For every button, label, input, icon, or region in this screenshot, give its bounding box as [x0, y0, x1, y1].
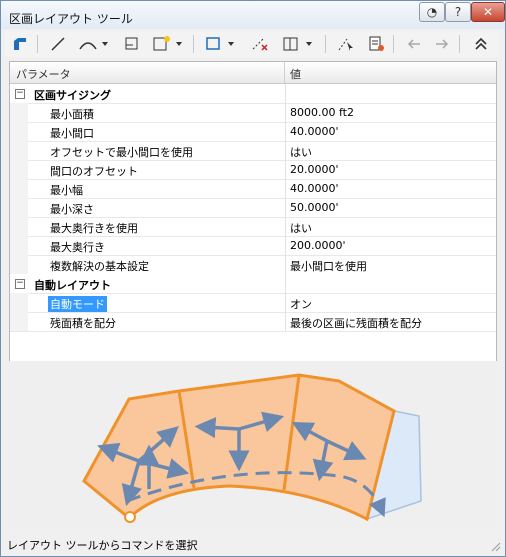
subentity-editor-icon[interactable] — [365, 33, 387, 55]
property-name: 自動モード — [48, 296, 107, 312]
property-value[interactable]: 20.0000' — [290, 163, 339, 176]
property-name: 間口のオフセット — [50, 165, 138, 178]
property-name: 最小間口 — [50, 127, 94, 140]
property-value[interactable]: 40.0000' — [290, 125, 339, 138]
undo-icon[interactable] — [403, 33, 425, 55]
property-row[interactable]: 最大奥行きを使用 はい — [10, 217, 496, 237]
property-value[interactable]: 8000.00 ft2 — [290, 106, 354, 119]
property-value[interactable]: 50.0000' — [290, 201, 339, 214]
parcel-union-icon[interactable] — [281, 33, 317, 55]
param-column-header: パラメータ — [16, 68, 71, 81]
category-parcel-sizing[interactable]: − 区画サイジング — [10, 84, 496, 104]
line-icon[interactable] — [47, 33, 69, 55]
property-value[interactable]: 最小間口を使用 — [290, 258, 367, 274]
window-title: 区画レイアウト ツール — [9, 12, 133, 26]
property-name: 最大奥行きを使用 — [50, 222, 138, 235]
slide-line-icon[interactable] — [203, 33, 239, 55]
status-text: レイアウト ツールからコマンドを選択 — [7, 539, 198, 552]
property-row[interactable]: 間口のオフセット 20.0000' — [10, 160, 496, 180]
collapse-toggle-icon[interactable]: − — [15, 89, 25, 99]
property-name: 最大奥行き — [50, 241, 105, 254]
property-name: オフセットで最小間口を使用 — [50, 146, 193, 159]
property-value[interactable]: はい — [290, 220, 312, 236]
frontage-icon[interactable] — [121, 33, 143, 55]
redo-icon[interactable] — [431, 33, 453, 55]
property-row[interactable]: 残面積を配分 最後の区画に残面積を配分 — [10, 312, 496, 332]
property-value[interactable]: 最後の区画に残面積を配分 — [290, 315, 422, 331]
preview-illustration — [9, 361, 497, 529]
property-name: 最小面積 — [50, 108, 94, 121]
property-row[interactable]: 最大奥行き 200.0000' — [10, 236, 496, 256]
pin-icon[interactable]: ◔ — [419, 2, 445, 22]
property-row[interactable]: 最小深さ 50.0000' — [10, 198, 496, 218]
value-column-header: 値 — [290, 68, 301, 81]
parameter-grid: パラメータ 値 − 区画サイジング 最小面積 8000.00 ft2 最小間口 … — [9, 61, 497, 362]
delete-segment-icon[interactable] — [249, 33, 271, 55]
property-row[interactable]: オフセットで最小間口を使用 はい — [10, 141, 496, 161]
property-row[interactable]: 最小間口 40.0000' — [10, 122, 496, 142]
toolbar — [5, 31, 499, 57]
pick-subentity-icon[interactable] — [335, 33, 357, 55]
property-name: 最小幅 — [50, 184, 83, 197]
property-value[interactable]: 40.0000' — [290, 182, 339, 195]
collapse-toggle-icon[interactable]: − — [15, 279, 25, 289]
property-value[interactable]: オン — [290, 296, 312, 312]
collapse-icon[interactable] — [469, 33, 493, 55]
property-row[interactable]: 複数解決の基本設定 最小間口を使用 — [10, 255, 496, 275]
parcel-layout-diagram — [82, 373, 422, 523]
close-button[interactable]: ✕ — [471, 2, 505, 22]
property-value[interactable]: はい — [290, 144, 312, 160]
parcel-tool-icon[interactable] — [9, 33, 31, 55]
property-row[interactable]: 最小面積 8000.00 ft2 — [10, 103, 496, 123]
resize-grip-icon[interactable] — [491, 542, 501, 552]
curve-icon[interactable] — [77, 33, 111, 55]
category-label: 区画サイジング — [34, 89, 111, 102]
property-name: 残面積を配分 — [50, 317, 116, 330]
grid-header: パラメータ 値 — [10, 62, 496, 84]
add-parcel-icon[interactable] — [151, 33, 187, 55]
property-row[interactable]: 最小幅 40.0000' — [10, 179, 496, 199]
title-bar: 区画レイアウト ツール ◔ ? ✕ — [1, 1, 505, 29]
parcel-layout-tool-window: 区画レイアウト ツール ◔ ? ✕ パラメータ 値 − 区画サイジング 最小面積… — [0, 0, 506, 557]
help-button[interactable]: ? — [445, 2, 471, 22]
property-row-selected[interactable]: 自動モード オン — [10, 293, 496, 313]
property-name: 最小深さ — [50, 203, 94, 216]
property-name: 複数解決の基本設定 — [50, 260, 149, 273]
property-value[interactable]: 200.0000' — [290, 239, 346, 252]
category-label: 自動レイアウト — [34, 279, 111, 292]
category-auto-layout[interactable]: − 自動レイアウト — [10, 274, 496, 294]
